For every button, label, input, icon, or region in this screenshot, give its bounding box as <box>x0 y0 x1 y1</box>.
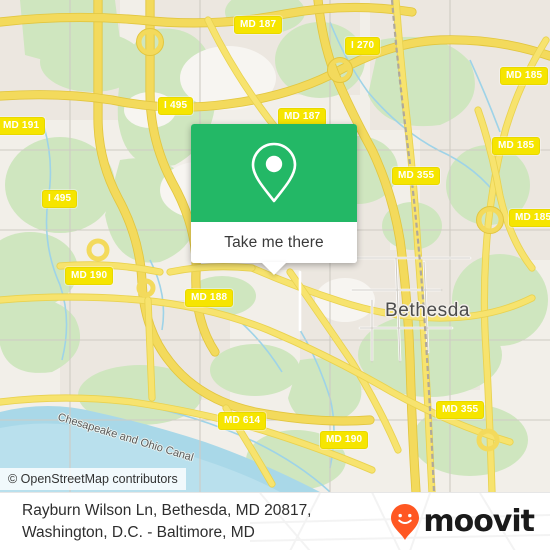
popup-pin-area <box>191 124 357 222</box>
road-shield: I 495 <box>42 190 78 208</box>
road-shield: MD 355 <box>436 401 485 419</box>
popup-tail <box>261 262 287 275</box>
footer-bar: Rayburn Wilson Ln, Bethesda, MD 20817, W… <box>0 492 550 550</box>
road-shield: MD 185 <box>492 137 541 155</box>
road-shield: MD 188 <box>185 289 234 307</box>
road-shield: I 495 <box>158 97 194 115</box>
road-shield: MD 187 <box>234 16 283 34</box>
address-text: Rayburn Wilson Ln, Bethesda, MD 20817, W… <box>22 500 312 544</box>
road-shield: MD 614 <box>218 412 267 430</box>
road-shield: MD 185 <box>500 67 549 85</box>
road-shield: I 270 <box>345 37 381 55</box>
address-line-1: Rayburn Wilson Ln, Bethesda, MD 20817, <box>22 501 312 519</box>
road-shield: MD 185 <box>509 209 550 227</box>
map-canvas[interactable]: .rd { fill:none; stroke:#f7e36e; stroke-… <box>0 0 550 492</box>
moovit-map-screenshot: .rd { fill:none; stroke:#f7e36e; stroke-… <box>0 0 550 550</box>
osm-attribution[interactable]: © OpenStreetMap contributors <box>0 468 186 490</box>
road-shield: MD 190 <box>320 431 369 449</box>
road-shield: MD 191 <box>0 117 46 135</box>
moovit-wordmark: moovit <box>423 503 535 539</box>
road-shield: MD 355 <box>392 167 441 185</box>
moovit-smiley-pin-icon <box>391 503 420 540</box>
popup-action-bar[interactable]: Take me there <box>191 222 357 263</box>
road-shield: MD 190 <box>65 267 114 285</box>
place-label-bethesda: Bethesda <box>385 300 471 321</box>
location-pin-icon <box>251 142 297 203</box>
moovit-logo[interactable]: moovit <box>390 503 535 541</box>
address-line-2: Washington, D.C. - Baltimore, MD <box>22 523 255 541</box>
take-me-there-popup[interactable]: Take me there <box>191 124 357 275</box>
take-me-there-label: Take me there <box>224 233 324 251</box>
